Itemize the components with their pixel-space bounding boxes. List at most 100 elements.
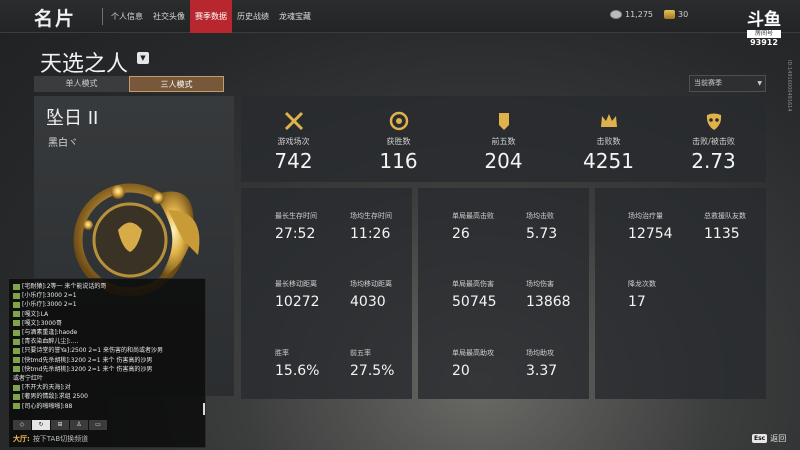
chat-badge-icon bbox=[13, 338, 20, 345]
chat-badge-icon bbox=[13, 301, 20, 308]
chat-message: 或者宁红叶 bbox=[13, 375, 44, 383]
tab-dragon-treasure[interactable]: 龙魂宝藏 bbox=[274, 0, 316, 33]
mode-dropdown-chevron-icon[interactable]: ▼ bbox=[137, 52, 149, 64]
chat-badge-icon bbox=[13, 311, 20, 318]
chat-message: [青衣染血醉儿尘]:.... bbox=[13, 337, 203, 346]
survival-stats-panel: 最长生存时间 27:52 场均生存时间 11:26 最长移动距离 10272 场… bbox=[241, 188, 412, 399]
chat-input[interactable]: 大厅: 按下TAB切换频道 bbox=[13, 434, 88, 444]
summary-value: 4251 bbox=[583, 149, 634, 173]
chat-badge-icon bbox=[13, 347, 20, 354]
chat-badge-icon bbox=[13, 292, 20, 299]
chat-badge-icon bbox=[13, 393, 20, 400]
stat-value: 26 bbox=[452, 226, 470, 242]
summary-kd: 击败/被击败 2.73 bbox=[661, 96, 766, 173]
summary-top-five: 前五数 204 bbox=[451, 96, 556, 173]
stat-label: 场均移动距离 bbox=[350, 280, 392, 288]
stat-win-rate: 胜率 15.6% bbox=[275, 348, 319, 379]
stat-max-assists: 单局最高助攻 20 bbox=[452, 348, 494, 379]
chat-message: [快tmd先杀胡桃]:3200 2=1 来个 伤害高的沙男 bbox=[13, 365, 203, 374]
stat-label: 场均助攻 bbox=[526, 349, 554, 357]
combat-stats-panel: 单局最高击败 26 场均击败 5.73 单局最高伤害 50745 场均伤害 13… bbox=[418, 188, 589, 399]
chat-refresh-icon[interactable]: ↻ bbox=[32, 420, 50, 430]
chat-badge-icon bbox=[13, 329, 20, 336]
room-number: 93912 bbox=[750, 38, 778, 47]
silver-coin-icon bbox=[610, 10, 622, 19]
tab-season-data[interactable]: 赛季数据 bbox=[190, 0, 232, 33]
back-label: 返回 bbox=[770, 434, 787, 443]
chat-message: [嘎文]:LA bbox=[13, 310, 203, 319]
stat-max-kills: 单局最高击败 26 bbox=[452, 211, 494, 242]
stat-total-rescues: 总救援队友数 1135 bbox=[704, 211, 746, 242]
stat-longest-distance: 最长移动距离 10272 bbox=[275, 279, 320, 310]
season-select-value: 当前赛季 bbox=[694, 79, 722, 87]
summary-panel: 游戏场次 742 获胜数 116 前五数 204 击败数 4251 击败/被击败… bbox=[241, 96, 766, 182]
tab-solo-mode[interactable]: 单人模式 bbox=[34, 76, 129, 92]
chat-person-icon[interactable]: ♙ bbox=[70, 420, 88, 430]
stat-value: 13868 bbox=[526, 294, 571, 310]
summary-value: 204 bbox=[484, 149, 523, 173]
chat-filter-icon[interactable]: ◇ bbox=[13, 420, 31, 430]
chat-message: [嘎文]:3000哥 bbox=[13, 319, 203, 328]
stat-label: 降龙次数 bbox=[628, 280, 656, 288]
chat-message-icon[interactable]: ▭ bbox=[89, 420, 107, 430]
chat-message: [司心的啪啪啪]:88 bbox=[13, 402, 203, 411]
chat-badge-icon bbox=[13, 403, 20, 410]
back-button[interactable]: Esc 返回 bbox=[752, 433, 786, 444]
stat-value: 20 bbox=[452, 363, 470, 379]
stat-value: 27.5% bbox=[350, 363, 395, 379]
summary-value: 116 bbox=[379, 149, 418, 173]
summary-label: 游戏场次 bbox=[277, 137, 310, 146]
season-select[interactable]: 当前赛季 ▼ bbox=[689, 75, 766, 92]
stat-avg-kills: 场均击败 5.73 bbox=[526, 211, 557, 242]
chat-message: [小乐疗]:3000 2=1 bbox=[13, 291, 203, 300]
side-id-text: ID:14916000491614 bbox=[786, 60, 792, 112]
stat-label: 最长移动距离 bbox=[275, 280, 317, 288]
gold-ingot-icon bbox=[664, 10, 675, 19]
chat-team-icon[interactable]: ⊞ bbox=[51, 420, 69, 430]
chevron-down-icon: ▼ bbox=[757, 80, 762, 87]
title-divider bbox=[102, 8, 103, 25]
stat-label: 单局最高助攻 bbox=[452, 349, 494, 357]
douyu-logo: 斗鱼 bbox=[747, 10, 781, 30]
chat-message: [只要诗堂的誉Ya]:2500 2=1 来伤害的和尚或者沙男 bbox=[13, 346, 203, 355]
gold-currency: 30 bbox=[664, 10, 688, 19]
chat-panel: [宅耐猿]:2等一 来个能说话的哥 [小乐疗]:3000 2=1 [小乐疗]:3… bbox=[8, 278, 206, 448]
chat-message: [不开大的天海]:对 bbox=[13, 383, 203, 392]
chat-badge-icon bbox=[13, 283, 20, 290]
mode-title: 天选之人 bbox=[40, 52, 129, 77]
support-stats-panel: 场均治疗量 12754 总救援队友数 1135 降龙次数 17 bbox=[595, 188, 766, 399]
nav-tabs: 个人信息 社交头像 赛季数据 历史战绩 龙魂宝藏 bbox=[106, 0, 316, 33]
summary-games: 游戏场次 742 bbox=[241, 96, 346, 173]
silver-amount: 11,275 bbox=[625, 10, 653, 19]
stat-label: 单局最高击败 bbox=[452, 212, 494, 220]
chat-input-hint: 按下TAB切换频道 bbox=[32, 435, 89, 443]
chat-channel-label: 大厅: bbox=[13, 435, 30, 443]
stream-watermark: 斗鱼 房间号 93912 bbox=[744, 10, 784, 47]
tab-social-avatar[interactable]: 社交头像 bbox=[148, 0, 190, 33]
stat-value: 5.73 bbox=[526, 226, 558, 242]
summary-label: 前五数 bbox=[491, 137, 516, 146]
gold-amount: 30 bbox=[678, 10, 689, 19]
summary-value: 742 bbox=[274, 149, 313, 173]
chat-message: [小乐疗]:3000 2=1 bbox=[13, 300, 203, 309]
room-label: 房间号 bbox=[747, 30, 781, 38]
tab-trio-mode[interactable]: 三人模式 bbox=[129, 76, 224, 92]
banner-icon bbox=[498, 113, 509, 130]
stat-longest-survival: 最长生存时间 27:52 bbox=[275, 211, 317, 242]
stat-value: 15.6% bbox=[275, 363, 320, 379]
stat-value: 17 bbox=[628, 294, 646, 310]
summary-value: 2.73 bbox=[691, 149, 736, 173]
stat-label: 总救援队友数 bbox=[704, 212, 746, 220]
chat-badge-icon bbox=[13, 384, 20, 391]
chat-badge-icon bbox=[13, 357, 20, 364]
tab-personal-info[interactable]: 个人信息 bbox=[106, 0, 148, 33]
chat-message: [宅耐猿]:2等一 来个能说话的哥 bbox=[13, 282, 203, 291]
stat-label: 最长生存时间 bbox=[275, 212, 317, 220]
tab-match-history[interactable]: 历史战绩 bbox=[232, 0, 274, 33]
stat-value: 10272 bbox=[275, 294, 320, 310]
chat-message: [奢男的情敌]:求组 2500 bbox=[13, 392, 203, 401]
rank-name: 坠日 II bbox=[46, 108, 99, 129]
chat-scrollbar[interactable] bbox=[203, 403, 205, 415]
stat-avg-assists: 场均助攻 3.37 bbox=[526, 348, 557, 379]
chat-message-list[interactable]: [宅耐猿]:2等一 来个能说话的哥 [小乐疗]:3000 2=1 [小乐疗]:3… bbox=[13, 282, 203, 411]
